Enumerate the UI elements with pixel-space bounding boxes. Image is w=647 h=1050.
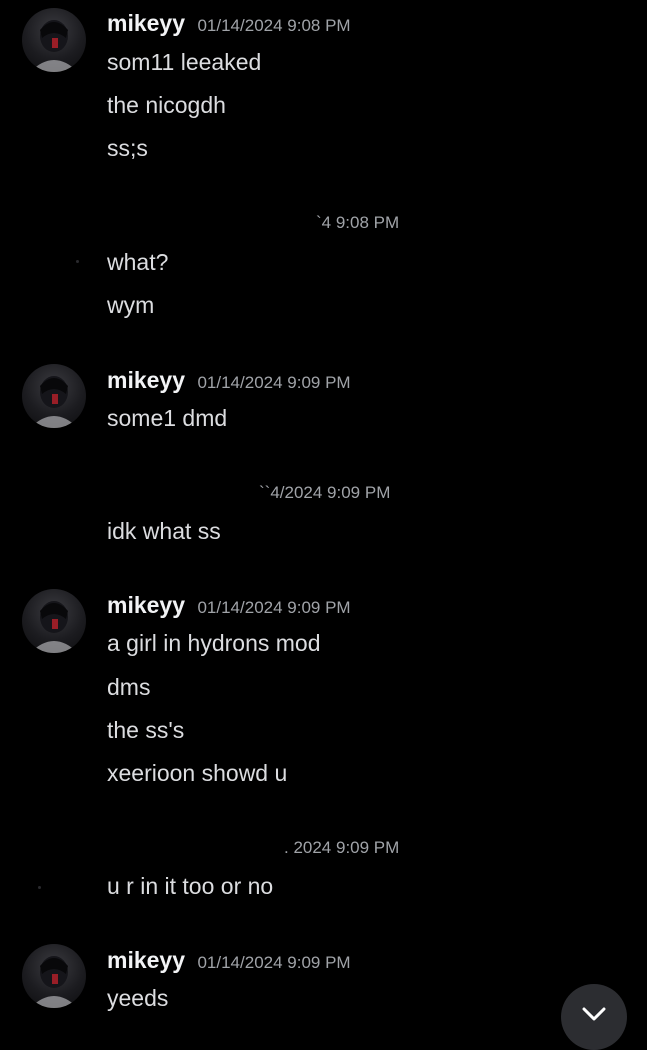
timestamp: 01/14/2024 9:08 PM bbox=[197, 16, 351, 35]
message-header: mikeyy 01/14/2024 9:08 PM bbox=[107, 10, 351, 37]
message-text: the ss's bbox=[107, 717, 185, 743]
message-text: a girl in hydrons mod bbox=[107, 630, 321, 656]
timestamp: 01/14/2024 9:09 PM bbox=[197, 373, 351, 392]
message-header: mikeyy 01/14/2024 9:09 PM bbox=[107, 592, 351, 619]
message-text: som11 leeaked bbox=[107, 49, 262, 75]
user-avatar[interactable] bbox=[22, 589, 86, 653]
message-text: xeerioon showd u bbox=[107, 760, 288, 786]
message-text: idk what ss bbox=[107, 518, 221, 544]
message-text: wym bbox=[107, 292, 155, 318]
message-header: mikeyy 01/14/2024 9:09 PM bbox=[107, 947, 351, 974]
chevron-down-icon bbox=[582, 1007, 606, 1021]
faded-mark bbox=[76, 260, 79, 263]
timestamp: . 2024 9:09 PM bbox=[284, 838, 400, 857]
avatar-image bbox=[30, 601, 78, 653]
message-text: dms bbox=[107, 674, 151, 700]
username[interactable]: mikeyy bbox=[107, 592, 185, 618]
avatar-image bbox=[30, 956, 78, 1008]
timestamp: 01/14/2024 9:09 PM bbox=[197, 598, 351, 617]
message-header: mikeyy 01/14/2024 9:09 PM bbox=[107, 367, 351, 394]
message-text: ss;s bbox=[107, 135, 148, 161]
message-text: yeeds bbox=[107, 985, 169, 1011]
user-avatar[interactable] bbox=[22, 364, 86, 428]
timestamp: 01/14/2024 9:09 PM bbox=[197, 953, 351, 972]
message-text: u r in it too or no bbox=[107, 873, 274, 899]
timestamp: `4 9:08 PM bbox=[316, 213, 400, 232]
username[interactable]: mikeyy bbox=[107, 367, 185, 393]
faded-mark bbox=[38, 886, 41, 889]
username[interactable]: mikeyy bbox=[107, 10, 185, 36]
scroll-to-bottom-button[interactable] bbox=[561, 984, 627, 1050]
chat-message-list: mikeyy 01/14/2024 9:08 PM som11 leeaked … bbox=[0, 0, 647, 1050]
message-text: the nicogdh bbox=[107, 92, 226, 118]
avatar-image bbox=[30, 20, 78, 72]
message-text: what? bbox=[107, 249, 169, 275]
message-text: some1 dmd bbox=[107, 405, 228, 431]
user-avatar[interactable] bbox=[22, 944, 86, 1008]
timestamp: ``4/2024 9:09 PM bbox=[259, 483, 391, 502]
user-avatar[interactable] bbox=[22, 8, 86, 72]
avatar-image bbox=[30, 376, 78, 428]
username[interactable]: mikeyy bbox=[107, 947, 185, 973]
